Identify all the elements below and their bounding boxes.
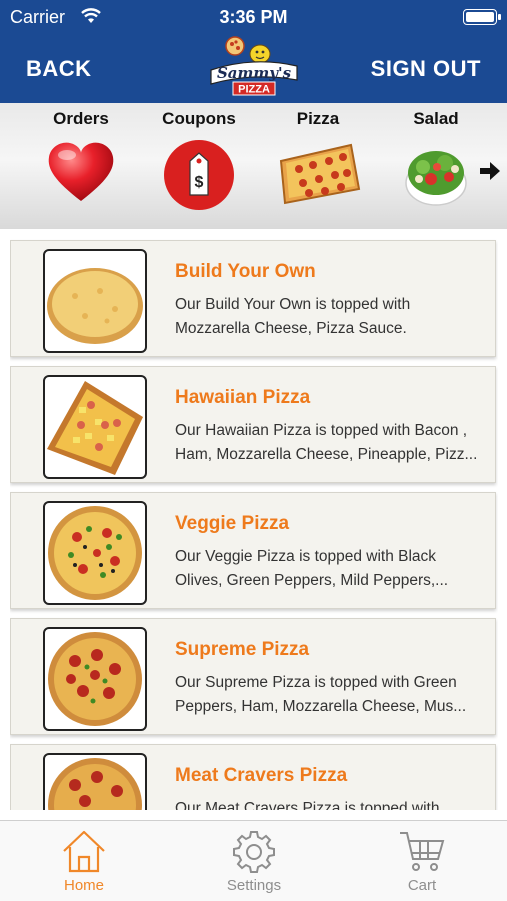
battery-icon (463, 9, 501, 25)
salad-bowl-image (401, 139, 471, 214)
menu-item-hawaiian-pizza[interactable]: Hawaiian Pizza Our Hawaiian Pizza is top… (10, 366, 496, 483)
cart-icon (362, 829, 482, 873)
svg-text:Sammy's: Sammy's (217, 64, 292, 82)
menu-item-supreme-pizza[interactable]: Supreme Pizza Our Supreme Pizza is toppe… (10, 618, 496, 735)
menu-item-meat-cravers-pizza[interactable]: Meat Cravers Pizza Our Meat Cravers Pizz… (10, 744, 496, 810)
gear-icon (194, 829, 314, 873)
category-salad[interactable]: Salad (381, 107, 491, 225)
tab-settings[interactable]: Settings (194, 829, 314, 894)
tab-home[interactable]: Home (24, 829, 144, 894)
price-tag-icon: $ (163, 139, 235, 216)
tab-cart[interactable]: Cart (362, 829, 482, 894)
item-description: Our Build Your Own is topped with Mozzar… (175, 296, 411, 337)
category-label: Pizza (296, 109, 340, 128)
pizza-thumbnail (43, 249, 147, 353)
category-bar: Orders Coupons $ Pizza Salad (0, 103, 507, 229)
category-orders[interactable]: Orders (26, 107, 136, 225)
tab-label: Cart (407, 877, 437, 894)
menu-list[interactable]: Build Your Own Our Build Your Own is top… (10, 236, 498, 810)
arrow-right-icon[interactable] (479, 161, 501, 186)
svg-text:$: $ (195, 174, 204, 191)
tab-label: Home (63, 877, 104, 894)
tab-label: Settings (226, 877, 282, 894)
category-label: Orders (53, 109, 109, 128)
category-label: Salad (413, 109, 459, 128)
item-description: Our Meat Cravers Pizza is topped with (175, 800, 440, 810)
svg-text:PIZZA: PIZZA (238, 84, 270, 96)
menu-item-build-your-own[interactable]: Build Your Own Our Build Your Own is top… (10, 240, 496, 357)
status-time: 3:36 PM (219, 7, 288, 27)
item-description: Our Hawaiian Pizza is topped with Bacon … (175, 422, 478, 463)
sign-out-button[interactable]: SIGN OUT (371, 56, 481, 82)
category-coupons[interactable]: Coupons $ (144, 107, 254, 225)
status-bar: Carrier 3:36 PM (0, 0, 507, 34)
item-title: Veggie Pizza (175, 513, 290, 534)
item-title: Meat Cravers Pizza (175, 765, 348, 786)
category-pizza[interactable]: Pizza (263, 107, 373, 225)
pizza-thumbnail (43, 753, 147, 810)
item-description: Our Supreme Pizza is topped with Green P… (175, 674, 467, 715)
pizza-thumbnail (43, 375, 147, 479)
item-description: Our Veggie Pizza is topped with Black Ol… (175, 548, 449, 589)
item-title: Build Your Own (175, 261, 316, 282)
item-title: Hawaiian Pizza (175, 387, 311, 408)
back-button[interactable]: BACK (26, 56, 92, 82)
tab-bar: Home Settings Cart (0, 820, 507, 901)
sammys-pizza-logo: Sammy's PIZZA (205, 36, 303, 98)
home-icon (24, 829, 144, 873)
pizza-thumbnail (43, 627, 147, 731)
heart-icon (45, 139, 117, 210)
item-title: Supreme Pizza (175, 639, 310, 660)
category-label: Coupons (162, 109, 236, 128)
pizza-thumbnail (43, 501, 147, 605)
pizza-slice-image (273, 139, 363, 212)
app-header: Carrier 3:36 PM BACK Sammy's PIZZA SIGN … (0, 0, 507, 103)
menu-item-veggie-pizza[interactable]: Veggie Pizza Our Veggie Pizza is topped … (10, 492, 496, 609)
